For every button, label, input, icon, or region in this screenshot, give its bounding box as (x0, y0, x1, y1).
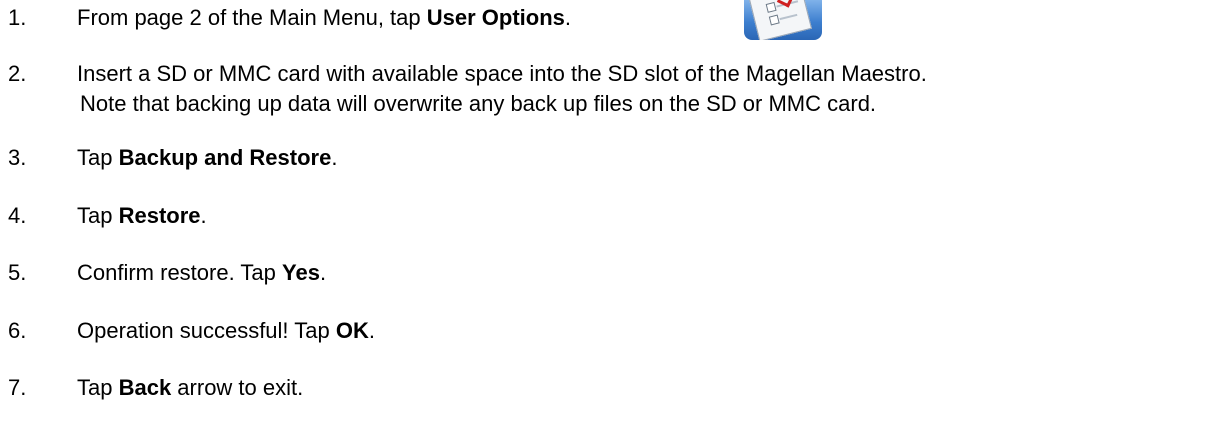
step-number: 2. (8, 61, 27, 86)
step-number: 7. (8, 375, 27, 400)
step-number: 1. (8, 5, 27, 30)
step-emphasis: OK (335, 318, 369, 343)
step-emphasis: Yes (282, 260, 320, 285)
instruction-steps: 1. From page 2 of the Main Menu, tap Use… (0, 0, 1209, 441)
step-text: Tap Back arrow to exit. (77, 375, 304, 400)
step-emphasis: User Options (426, 5, 565, 30)
step-text: Tap Backup and Restore. (77, 145, 338, 170)
step-number: 6. (8, 318, 27, 343)
step-text: Confirm restore. Tap Yes. (77, 260, 327, 285)
step-number: 5. (8, 260, 27, 285)
step-number: 3. (8, 145, 27, 170)
user-options-checklist-icon (744, 0, 822, 40)
step-text: Operation successful! Tap OK. (77, 318, 375, 343)
step-text-continuation: Note that backing up data will overwrite… (80, 91, 877, 116)
step-number: 4. (8, 203, 27, 228)
step-emphasis: Backup and Restore (118, 145, 332, 170)
step-emphasis: Back (118, 375, 172, 400)
step-emphasis: Restore (118, 203, 201, 228)
step-text: Tap Restore. (77, 203, 207, 228)
step-text: Insert a SD or MMC card with available s… (77, 59, 927, 119)
step-text: From page 2 of the Main Menu, tap User O… (77, 5, 572, 30)
